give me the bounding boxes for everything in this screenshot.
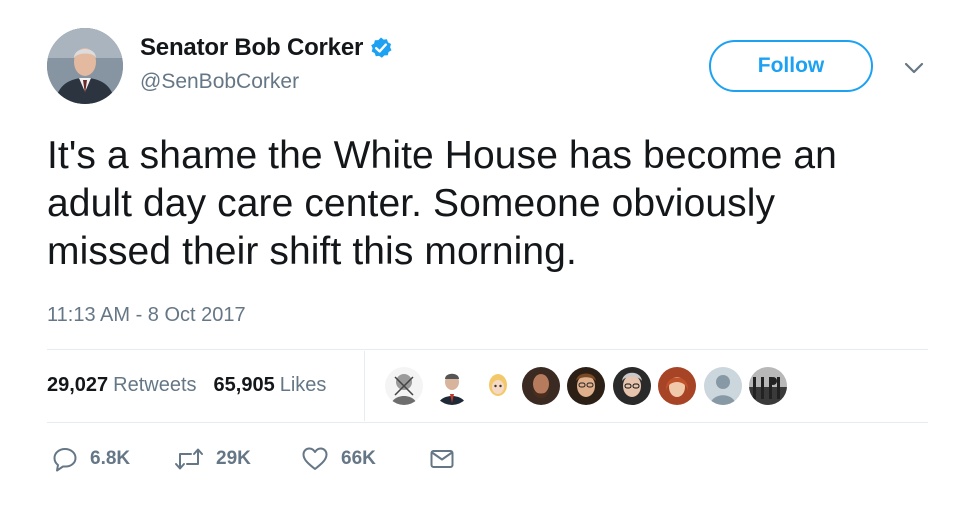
liker-avatar[interactable] — [432, 366, 472, 406]
liker-avatar[interactable] — [478, 366, 518, 406]
likes-stat[interactable]: 65,905 Likes — [214, 374, 327, 397]
stats-separator — [364, 351, 365, 421]
author-name-text: Senator Bob Corker — [140, 34, 364, 61]
liker-avatar[interactable] — [612, 366, 652, 406]
tweet-text: It's a shame the White House has become … — [47, 134, 837, 273]
retweets-label: Retweets — [113, 374, 197, 396]
retweet-count: 29K — [216, 448, 251, 469]
liker-avatar[interactable] — [657, 366, 697, 406]
verified-badge-icon — [369, 36, 393, 60]
retweet-icon — [175, 448, 203, 470]
retweet-button[interactable]: 29K — [174, 446, 251, 472]
likes-count: 65,905 — [213, 374, 275, 396]
liker-avatar[interactable] — [521, 366, 561, 406]
follow-button[interactable]: Follow — [709, 40, 873, 92]
reply-button[interactable]: 6.8K — [52, 446, 130, 472]
divider-top — [47, 349, 928, 350]
liker-avatar[interactable] — [566, 366, 606, 406]
liker-avatar[interactable] — [384, 366, 424, 406]
default-avatar-icon[interactable] — [703, 366, 743, 406]
liker-avatar[interactable] — [748, 366, 788, 406]
chevron-down-icon[interactable] — [902, 58, 926, 78]
divider-bottom — [47, 422, 928, 423]
like-count: 66K — [341, 448, 376, 469]
tweet-card: Senator Bob Corker @SenBobCorker Follow … — [0, 0, 980, 507]
direct-message-button[interactable] — [429, 446, 455, 472]
author-avatar[interactable] — [47, 28, 123, 104]
reply-count: 6.8K — [90, 448, 131, 469]
like-button[interactable]: 66K — [301, 446, 376, 472]
retweets-count: 29,027 — [47, 374, 109, 396]
author-handle[interactable]: @SenBobCorker — [140, 70, 299, 94]
author-display-name[interactable]: Senator Bob Corker — [140, 34, 393, 62]
reply-icon — [53, 448, 77, 472]
tweet-timestamp[interactable]: 11:13 AM - 8 Oct 2017 — [47, 304, 246, 327]
retweets-stat[interactable]: 29,027 Retweets — [47, 374, 197, 397]
heart-icon — [302, 447, 328, 470]
envelope-icon — [430, 450, 454, 468]
tweet-stats: 29,027 Retweets 65,905 Likes — [47, 374, 326, 397]
likes-label: Likes — [279, 374, 327, 396]
